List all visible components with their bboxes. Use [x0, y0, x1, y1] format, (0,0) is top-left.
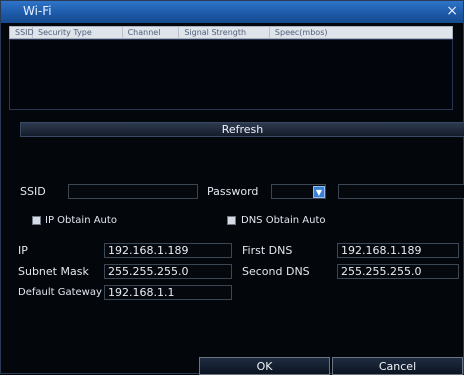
ok-button[interactable]: OK: [199, 357, 330, 375]
window-title: Wi-Fi: [23, 4, 52, 18]
ip-obtain-auto-label: IP Obtain Auto: [45, 215, 117, 226]
subnet-mask-label: Subnet Mask: [18, 265, 89, 278]
cancel-button[interactable]: Cancel: [332, 357, 463, 375]
second-dns-label: Second DNS: [242, 265, 310, 278]
security-type-column-header: Security Type: [33, 27, 123, 38]
first-dns-label: First DNS: [242, 244, 293, 257]
ip-label: IP: [18, 244, 28, 257]
password-dropdown-icon[interactable]: ▼: [313, 186, 325, 198]
first-dns-input[interactable]: 192.168.1.189: [337, 243, 459, 258]
signal-strength-column-header: Signal Strength: [179, 27, 270, 38]
wifi-dialog: Wi-Fi × SSID Security Type Channel Signa…: [0, 0, 464, 375]
ssid-input[interactable]: [68, 184, 198, 199]
close-icon[interactable]: ×: [446, 4, 458, 18]
ip-input[interactable]: 192.168.1.189: [104, 243, 232, 258]
network-list[interactable]: [9, 39, 453, 110]
default-gateway-label: Default Gateway: [18, 287, 102, 298]
dns-obtain-auto-label: DNS Obtain Auto: [241, 215, 326, 226]
default-gateway-input[interactable]: 192.168.1.1: [104, 285, 232, 300]
title-bar: Wi-Fi ×: [1, 1, 463, 23]
subnet-mask-input[interactable]: 255.255.255.0: [104, 264, 232, 279]
ip-obtain-auto-checkbox[interactable]: [32, 216, 41, 225]
second-dns-input[interactable]: 255.255.255.0: [337, 264, 459, 279]
channel-column-header: Channel: [123, 27, 180, 38]
speed-column-header: Speec(mbos): [274, 28, 328, 37]
refresh-button[interactable]: Refresh: [20, 122, 464, 137]
dns-obtain-auto-checkbox[interactable]: [227, 216, 236, 225]
ssid-label: SSID: [20, 185, 46, 198]
password-label: Password: [207, 185, 259, 198]
password-secondary-input[interactable]: [338, 184, 464, 199]
ssid-column-header: SSID: [10, 27, 34, 38]
network-table-header: SSID Security Type Channel Signal Streng…: [9, 26, 453, 39]
